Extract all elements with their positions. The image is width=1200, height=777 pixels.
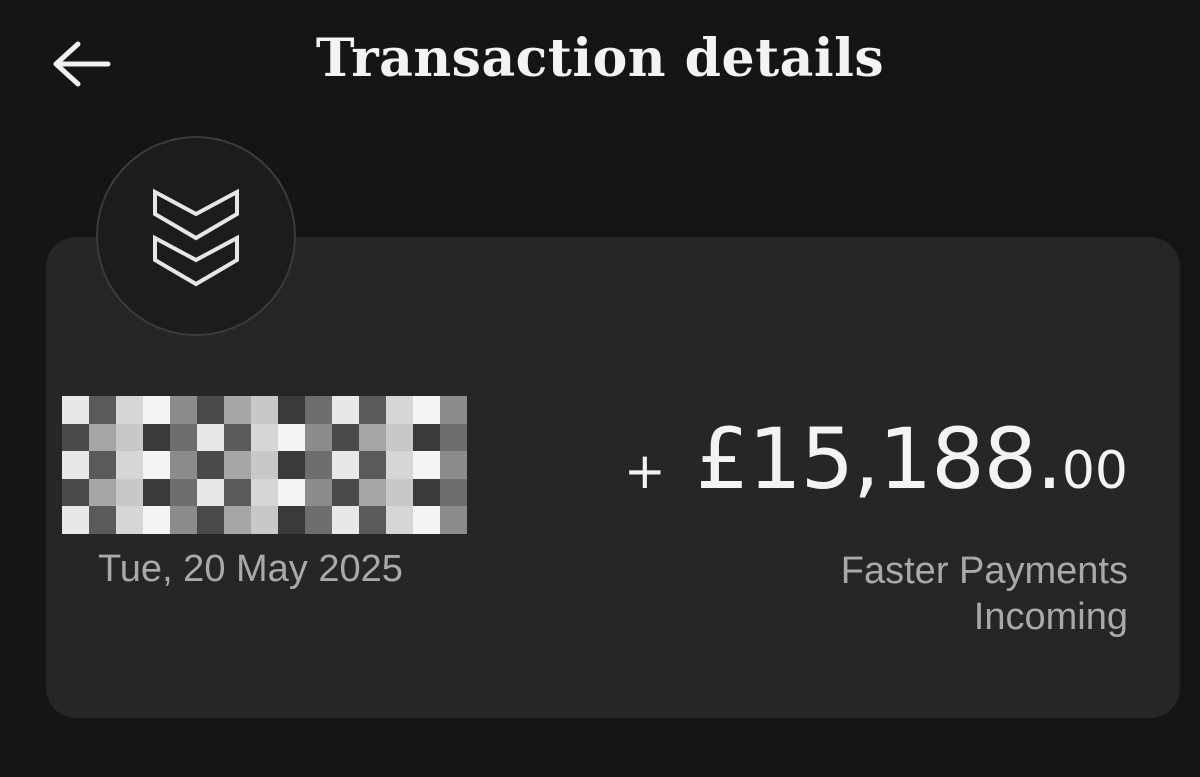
transaction-date: Tue, 20 May 2025 <box>98 548 403 590</box>
page-title: Transaction details <box>315 28 885 89</box>
transaction-avatar <box>96 136 296 336</box>
payment-method-direction: Incoming <box>973 596 1128 638</box>
amount-sign: + <box>623 442 666 500</box>
double-chevron-down-icon <box>153 188 239 287</box>
payment-method-type: Faster Payments <box>840 550 1128 592</box>
transaction-amount: + £15,188. 00 <box>624 410 1128 508</box>
payment-method: Faster Payments Incoming <box>841 548 1128 640</box>
redacted-payer-name <box>62 396 467 534</box>
amount-pence: 00 <box>1061 441 1128 501</box>
amount-main: £15,188. <box>695 410 1063 508</box>
